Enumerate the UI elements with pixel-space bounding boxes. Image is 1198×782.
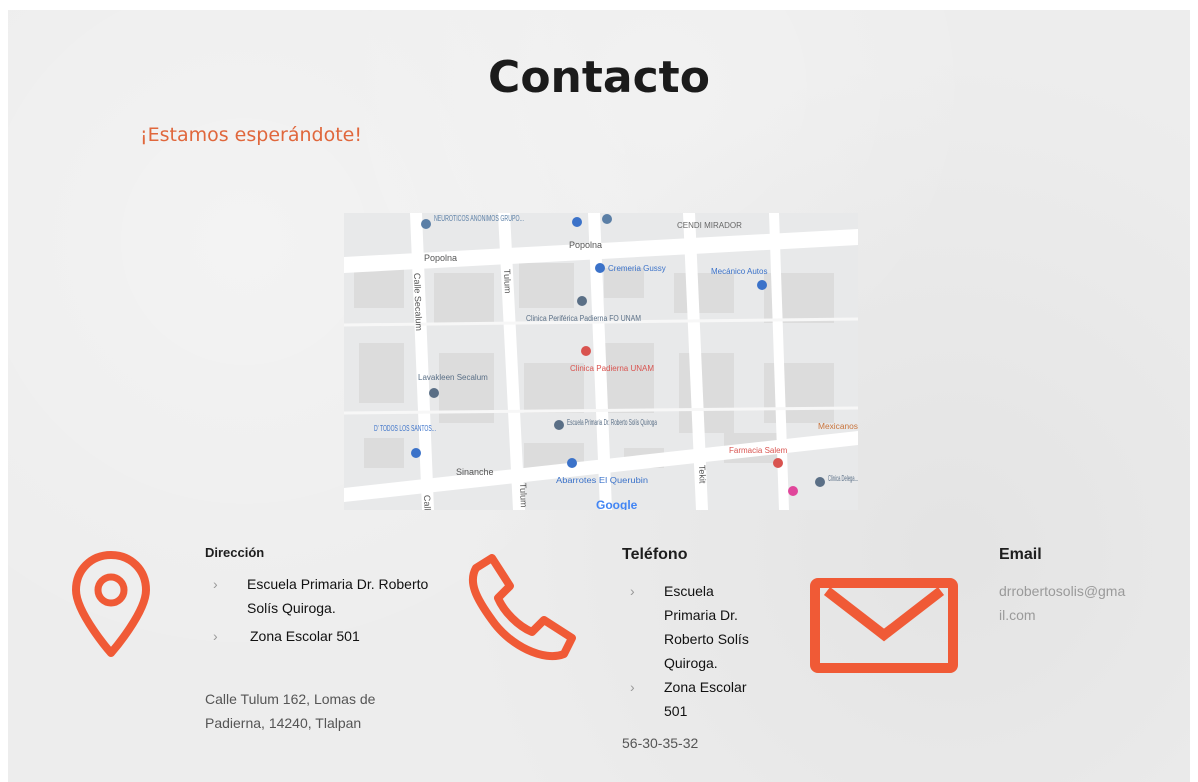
map-street-label: Tekit	[697, 465, 708, 484]
map-street-label: Sinanche	[456, 467, 494, 477]
map-place-label: D' TODOS LOS SANTOS...	[374, 424, 436, 433]
page-title: Contacto	[488, 52, 710, 103]
map-place-label: Escuela Primaria Dr. Roberto Solís Quiro…	[567, 418, 657, 427]
list-item: › Escuela Primaria Dr. Roberto Solís Quir…	[205, 572, 445, 620]
map-pin-icon[interactable]	[554, 420, 564, 430]
embedded-map[interactable]: Popolna Popolna Calle Secalum Tulum Tulu…	[344, 213, 858, 510]
address-list: › Escuela Primaria Dr. Roberto Solís Quir…	[205, 572, 445, 648]
address-line: Calle Tulum 162, Lomas de	[205, 691, 376, 707]
address-text: Calle Tulum 162, Lomas de Padierna, 1424…	[205, 687, 375, 735]
map-street-label: Calle	[422, 495, 433, 510]
phone-item-line: Zona Escolar	[664, 679, 747, 695]
map-pin-icon[interactable]	[572, 217, 582, 227]
location-pin-icon	[70, 549, 152, 666]
address-item-text: Escuela Primaria Dr. Roberto Solís Quiro…	[247, 576, 429, 616]
google-logo: Google	[596, 498, 638, 510]
email-line: drrobertosolis@gma	[999, 583, 1126, 599]
map-pin-icon[interactable]	[773, 458, 783, 468]
map-pin-icon[interactable]	[411, 448, 421, 458]
phone-item-line: 501	[664, 703, 688, 719]
map-pin-icon[interactable]	[581, 346, 591, 356]
map-street-label: Calle Secalum	[412, 273, 424, 331]
phone-list: › Escuela Primaria Dr. Roberto Solís Qui…	[622, 579, 822, 723]
map-pin-icon[interactable]	[788, 486, 798, 496]
map-pin-icon[interactable]	[421, 219, 431, 229]
map-street-label: Popolna	[424, 253, 457, 263]
map-pin-icon[interactable]	[429, 388, 439, 398]
map-canvas[interactable]: Popolna Popolna Calle Secalum Tulum Tulu…	[344, 213, 858, 510]
map-place-label: Mexicanos	[818, 422, 858, 431]
map-place-label: Clinica Periférica Padierna FO UNAM	[526, 314, 641, 323]
map-street-label: Tulum	[518, 483, 529, 508]
map-place-label: Clinica Delega...	[828, 474, 858, 483]
map-pin-icon[interactable]	[577, 296, 587, 306]
phone-heading: Teléfono	[622, 546, 688, 563]
phone-item-line: Quiroga.	[664, 655, 718, 671]
email-heading: Email	[999, 546, 1042, 563]
phone-icon	[464, 554, 584, 671]
map-place-label: Cremeria Gussy	[608, 264, 666, 273]
phone-item-line: Roberto Solís	[664, 631, 749, 647]
map-pin-icon[interactable]	[815, 477, 825, 487]
map-place-label: Mecánico Autos	[711, 267, 767, 276]
map-pin-icon[interactable]	[602, 214, 612, 224]
chevron-right-icon: ›	[630, 679, 635, 695]
map-street-label: Tulum	[502, 269, 513, 294]
map-pin-icon[interactable]	[567, 458, 577, 468]
list-item: › Escuela Primaria Dr. Roberto Solís Qui…	[622, 579, 822, 675]
map-place-label: Abarrotes El Querubin	[556, 476, 648, 485]
list-item: › Zona Escolar 501	[205, 624, 445, 648]
map-place-label: NEUROTICOS ANONIMOS GRUPO...	[434, 214, 524, 223]
chevron-right-icon: ›	[630, 583, 635, 599]
page-subtitle: ¡Estamos esperándote!	[140, 124, 362, 146]
map-place-label: Clinica Padierna UNAM	[570, 364, 654, 373]
map-place-label: CENDI MIRADOR	[677, 221, 742, 230]
map-street-label: Popolna	[569, 240, 602, 250]
list-item: › Zona Escolar 501	[622, 675, 822, 723]
chevron-right-icon: ›	[213, 628, 218, 644]
envelope-icon	[809, 577, 959, 679]
address-item-text: Zona Escolar 501	[250, 628, 360, 644]
map-place-label: Lavakleen Secalum	[418, 373, 488, 382]
address-line: Padierna, 14240, Tlalpan	[205, 715, 362, 731]
email-line: il.com	[999, 607, 1036, 623]
address-heading: Dirección	[205, 545, 265, 560]
map-place-label: Farmacia Salem	[729, 446, 788, 455]
chevron-right-icon: ›	[213, 576, 218, 592]
phone-number[interactable]: 56-30-35-32	[622, 735, 698, 751]
phone-item-line: Escuela	[664, 583, 714, 599]
map-pin-icon[interactable]	[757, 280, 767, 290]
map-pin-icon[interactable]	[595, 263, 605, 273]
phone-item-line: Primaria Dr.	[664, 607, 738, 623]
email-address[interactable]: drrobertosolis@gma il.com	[999, 579, 1149, 627]
